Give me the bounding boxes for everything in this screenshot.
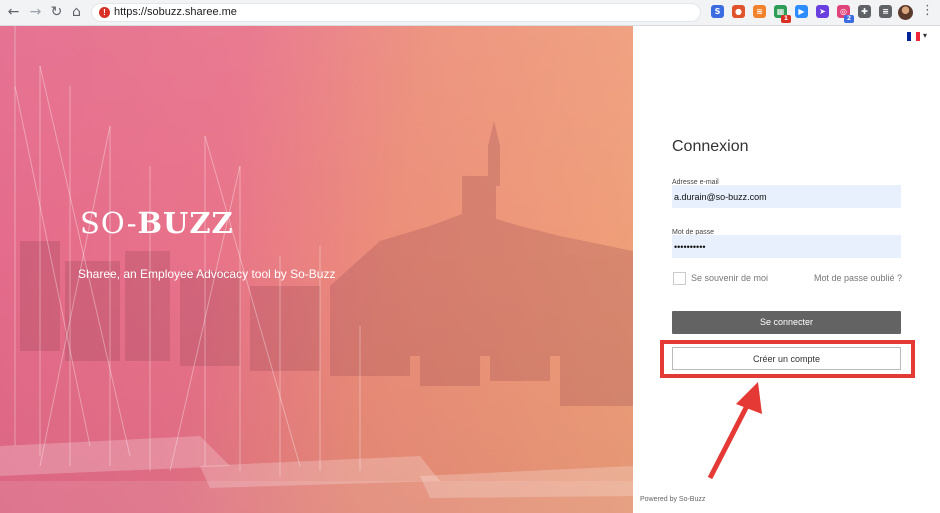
extension-badge: 1 [781,15,791,23]
forward-icon[interactable]: → [27,4,44,21]
shield-icon[interactable]: ● [732,5,745,18]
reload-icon[interactable]: ↻ [48,4,65,21]
home-icon[interactable]: ⌂ [68,4,85,21]
login-panel [633,26,940,513]
password-field[interactable] [672,235,901,258]
hero-banner: SO-BUZZ Sharee, an Employee Advocacy too… [0,26,633,513]
so-buzz-logo: SO-BUZZ [80,206,234,240]
page-title: Connexion [672,138,749,155]
not-secure-icon[interactable]: ! [99,7,110,18]
remember-label[interactable]: Se souvenir de moi [691,273,768,283]
forgot-password-link[interactable]: Mot de passe oublié ? [814,273,902,283]
browser-menu-icon[interactable]: ⋮ [921,3,934,18]
email-field[interactable] [672,185,901,208]
chevron-down-icon[interactable]: ▾ [923,31,927,40]
arrow-shaft [707,398,753,480]
rss-icon[interactable]: ≋ [753,5,766,18]
browser-toolbar: ← → ↻ ⌂ ! https://sobuzz.sharee.me S ● ≋ ▦ 1… [0,0,940,26]
back-icon[interactable]: ← [5,4,22,21]
queue-icon[interactable]: ≡ [879,5,892,18]
send-icon[interactable]: ➤ [816,5,829,18]
url-text[interactable]: https://sobuzz.sharee.me [114,6,237,18]
french-flag-icon[interactable] [907,32,920,41]
remember-checkbox[interactable] [673,272,686,285]
profile-avatar[interactable] [898,5,913,20]
address-bar[interactable]: ! https://sobuzz.sharee.me [91,3,701,22]
target-icon[interactable]: ◎ 2 [837,5,854,23]
login-button[interactable]: Se connecter [672,311,901,334]
highlight-box [660,340,915,378]
sheets-icon[interactable]: ▦ 1 [774,5,791,23]
powered-by-footer: Powered by So-Buzz [640,496,706,503]
extension-badge: 2 [844,15,854,23]
annotation-arrow [707,382,762,480]
puzzle-icon[interactable]: ✚ [858,5,871,18]
sync-icon[interactable]: S [711,5,724,18]
flag-red-stripe [915,32,920,41]
arrow-head [736,382,762,414]
zoom-icon[interactable]: ▶ [795,5,808,18]
hero-tagline: Sharee, an Employee Advocacy tool by So-… [78,267,336,281]
